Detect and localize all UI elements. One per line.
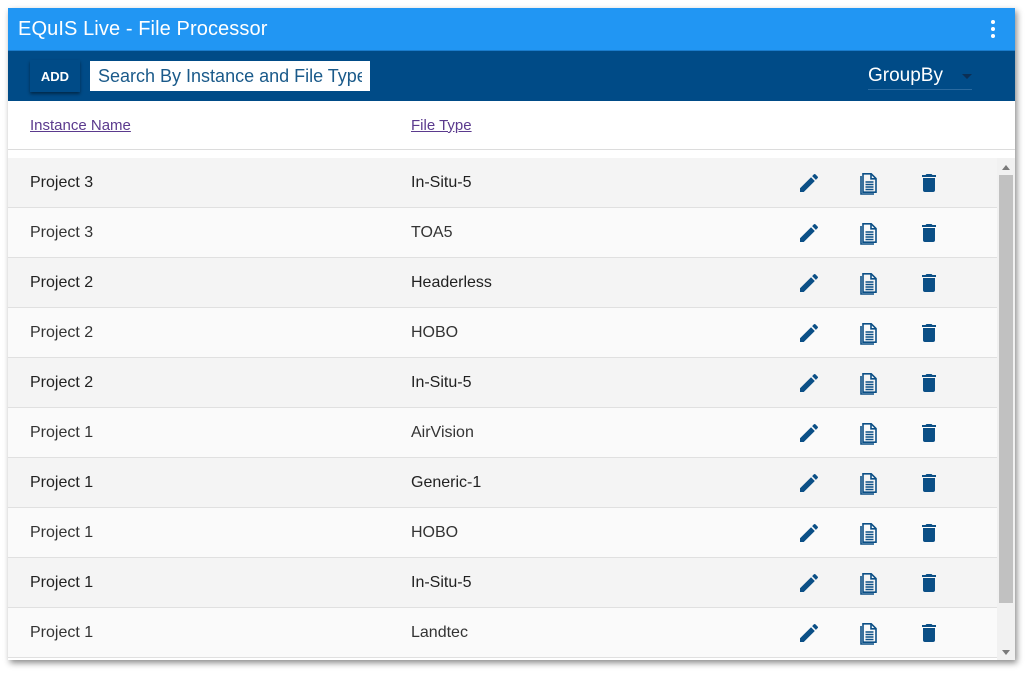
chevron-down-icon — [962, 73, 972, 79]
file-type-cell: Landtec — [411, 624, 468, 641]
table-row[interactable]: Project 2 In-Situ-5 — [8, 358, 997, 408]
trash-delete-icon[interactable] — [917, 171, 941, 195]
trash-delete-icon[interactable] — [917, 271, 941, 295]
file-type-cell: HOBO — [411, 524, 459, 541]
pencil-edit-icon[interactable] — [797, 371, 821, 395]
document-icon[interactable] — [857, 221, 881, 245]
pencil-edit-icon[interactable] — [797, 621, 821, 645]
table-row[interactable]: Project 1 Generic-1 — [8, 458, 997, 508]
table-row[interactable]: Project 1 HOBO — [8, 508, 997, 558]
instance-name-cell: Project 2 — [30, 324, 94, 341]
file-type-cell: In-Situ-5 — [411, 374, 472, 391]
toolbar: ADD GroupBy — [8, 51, 1015, 101]
trash-delete-icon[interactable] — [917, 521, 941, 545]
file-type-cell: Headerless — [411, 274, 492, 291]
search-input[interactable] — [90, 61, 370, 91]
document-icon[interactable] — [857, 371, 881, 395]
file-type-cell: HOBO — [411, 324, 459, 341]
instance-name-cell: Project 1 — [30, 574, 94, 591]
add-button[interactable]: ADD — [30, 60, 80, 92]
instance-name-cell: Project 1 — [30, 424, 94, 441]
scroll-down-arrow-icon[interactable] — [1002, 650, 1010, 655]
table-header: Instance Name File Type — [8, 101, 1015, 150]
table-row[interactable]: Project 1 Landtec — [8, 608, 997, 658]
table-row[interactable]: Project 3 In-Situ-5 — [8, 158, 997, 208]
file-type-cell: AirVision — [411, 424, 474, 441]
app-title: EQuIS Live - File Processor — [18, 17, 268, 40]
instance-name-cell: Project 3 — [30, 224, 94, 241]
instance-name-cell: Project 1 — [30, 624, 94, 641]
file-type-cell: TOA5 — [411, 224, 453, 241]
file-type-cell: In-Situ-5 — [411, 574, 472, 591]
document-icon[interactable] — [857, 271, 881, 295]
trash-delete-icon[interactable] — [917, 371, 941, 395]
trash-delete-icon[interactable] — [917, 621, 941, 645]
table-row[interactable]: Project 1 In-Situ-5 — [8, 558, 997, 608]
document-icon[interactable] — [857, 321, 881, 345]
pencil-edit-icon[interactable] — [797, 471, 821, 495]
pencil-edit-icon[interactable] — [797, 271, 821, 295]
table-row[interactable]: Project 2 HOBO — [8, 308, 997, 358]
scrollbar-thumb[interactable] — [999, 175, 1013, 603]
title-bar: EQuIS Live - File Processor — [8, 8, 1015, 51]
instance-name-cell: Project 3 — [30, 174, 94, 191]
pencil-edit-icon[interactable] — [797, 421, 821, 445]
trash-delete-icon[interactable] — [917, 321, 941, 345]
scroll-up-arrow-icon[interactable] — [1002, 165, 1010, 170]
groupby-label: GroupBy — [868, 65, 943, 86]
file-type-cell: In-Situ-5 — [411, 174, 472, 191]
pencil-edit-icon[interactable] — [797, 221, 821, 245]
vertical-scrollbar[interactable] — [997, 158, 1015, 660]
pencil-edit-icon[interactable] — [797, 571, 821, 595]
trash-delete-icon[interactable] — [917, 571, 941, 595]
trash-delete-icon[interactable] — [917, 221, 941, 245]
instance-name-cell: Project 2 — [30, 274, 94, 291]
groupby-select[interactable]: GroupBy — [868, 63, 972, 90]
table-row[interactable]: Project 3 TOA5 — [8, 208, 997, 258]
trash-delete-icon[interactable] — [917, 471, 941, 495]
column-header-file-type[interactable]: File Type — [411, 117, 472, 134]
document-icon[interactable] — [857, 471, 881, 495]
table-body: Project 3 In-Situ-5 Project 3 TOA5 Project 2… — [8, 158, 997, 660]
table-row[interactable]: Project 1 AirVision — [8, 408, 997, 458]
pencil-edit-icon[interactable] — [797, 321, 821, 345]
trash-delete-icon[interactable] — [917, 421, 941, 445]
document-icon[interactable] — [857, 171, 881, 195]
more-vert-icon[interactable] — [981, 17, 1005, 41]
document-icon[interactable] — [857, 521, 881, 545]
file-type-cell: Generic-1 — [411, 474, 482, 491]
pencil-edit-icon[interactable] — [797, 171, 821, 195]
document-icon[interactable] — [857, 421, 881, 445]
pencil-edit-icon[interactable] — [797, 521, 821, 545]
table-row[interactable]: Project 2 Headerless — [8, 258, 997, 308]
instance-name-cell: Project 1 — [30, 524, 94, 541]
instance-name-cell: Project 2 — [30, 374, 94, 391]
document-icon[interactable] — [857, 621, 881, 645]
document-icon[interactable] — [857, 571, 881, 595]
column-header-instance-name[interactable]: Instance Name — [30, 117, 131, 134]
app-window: EQuIS Live - File Processor ADD GroupBy … — [8, 8, 1015, 660]
instance-name-cell: Project 1 — [30, 474, 94, 491]
